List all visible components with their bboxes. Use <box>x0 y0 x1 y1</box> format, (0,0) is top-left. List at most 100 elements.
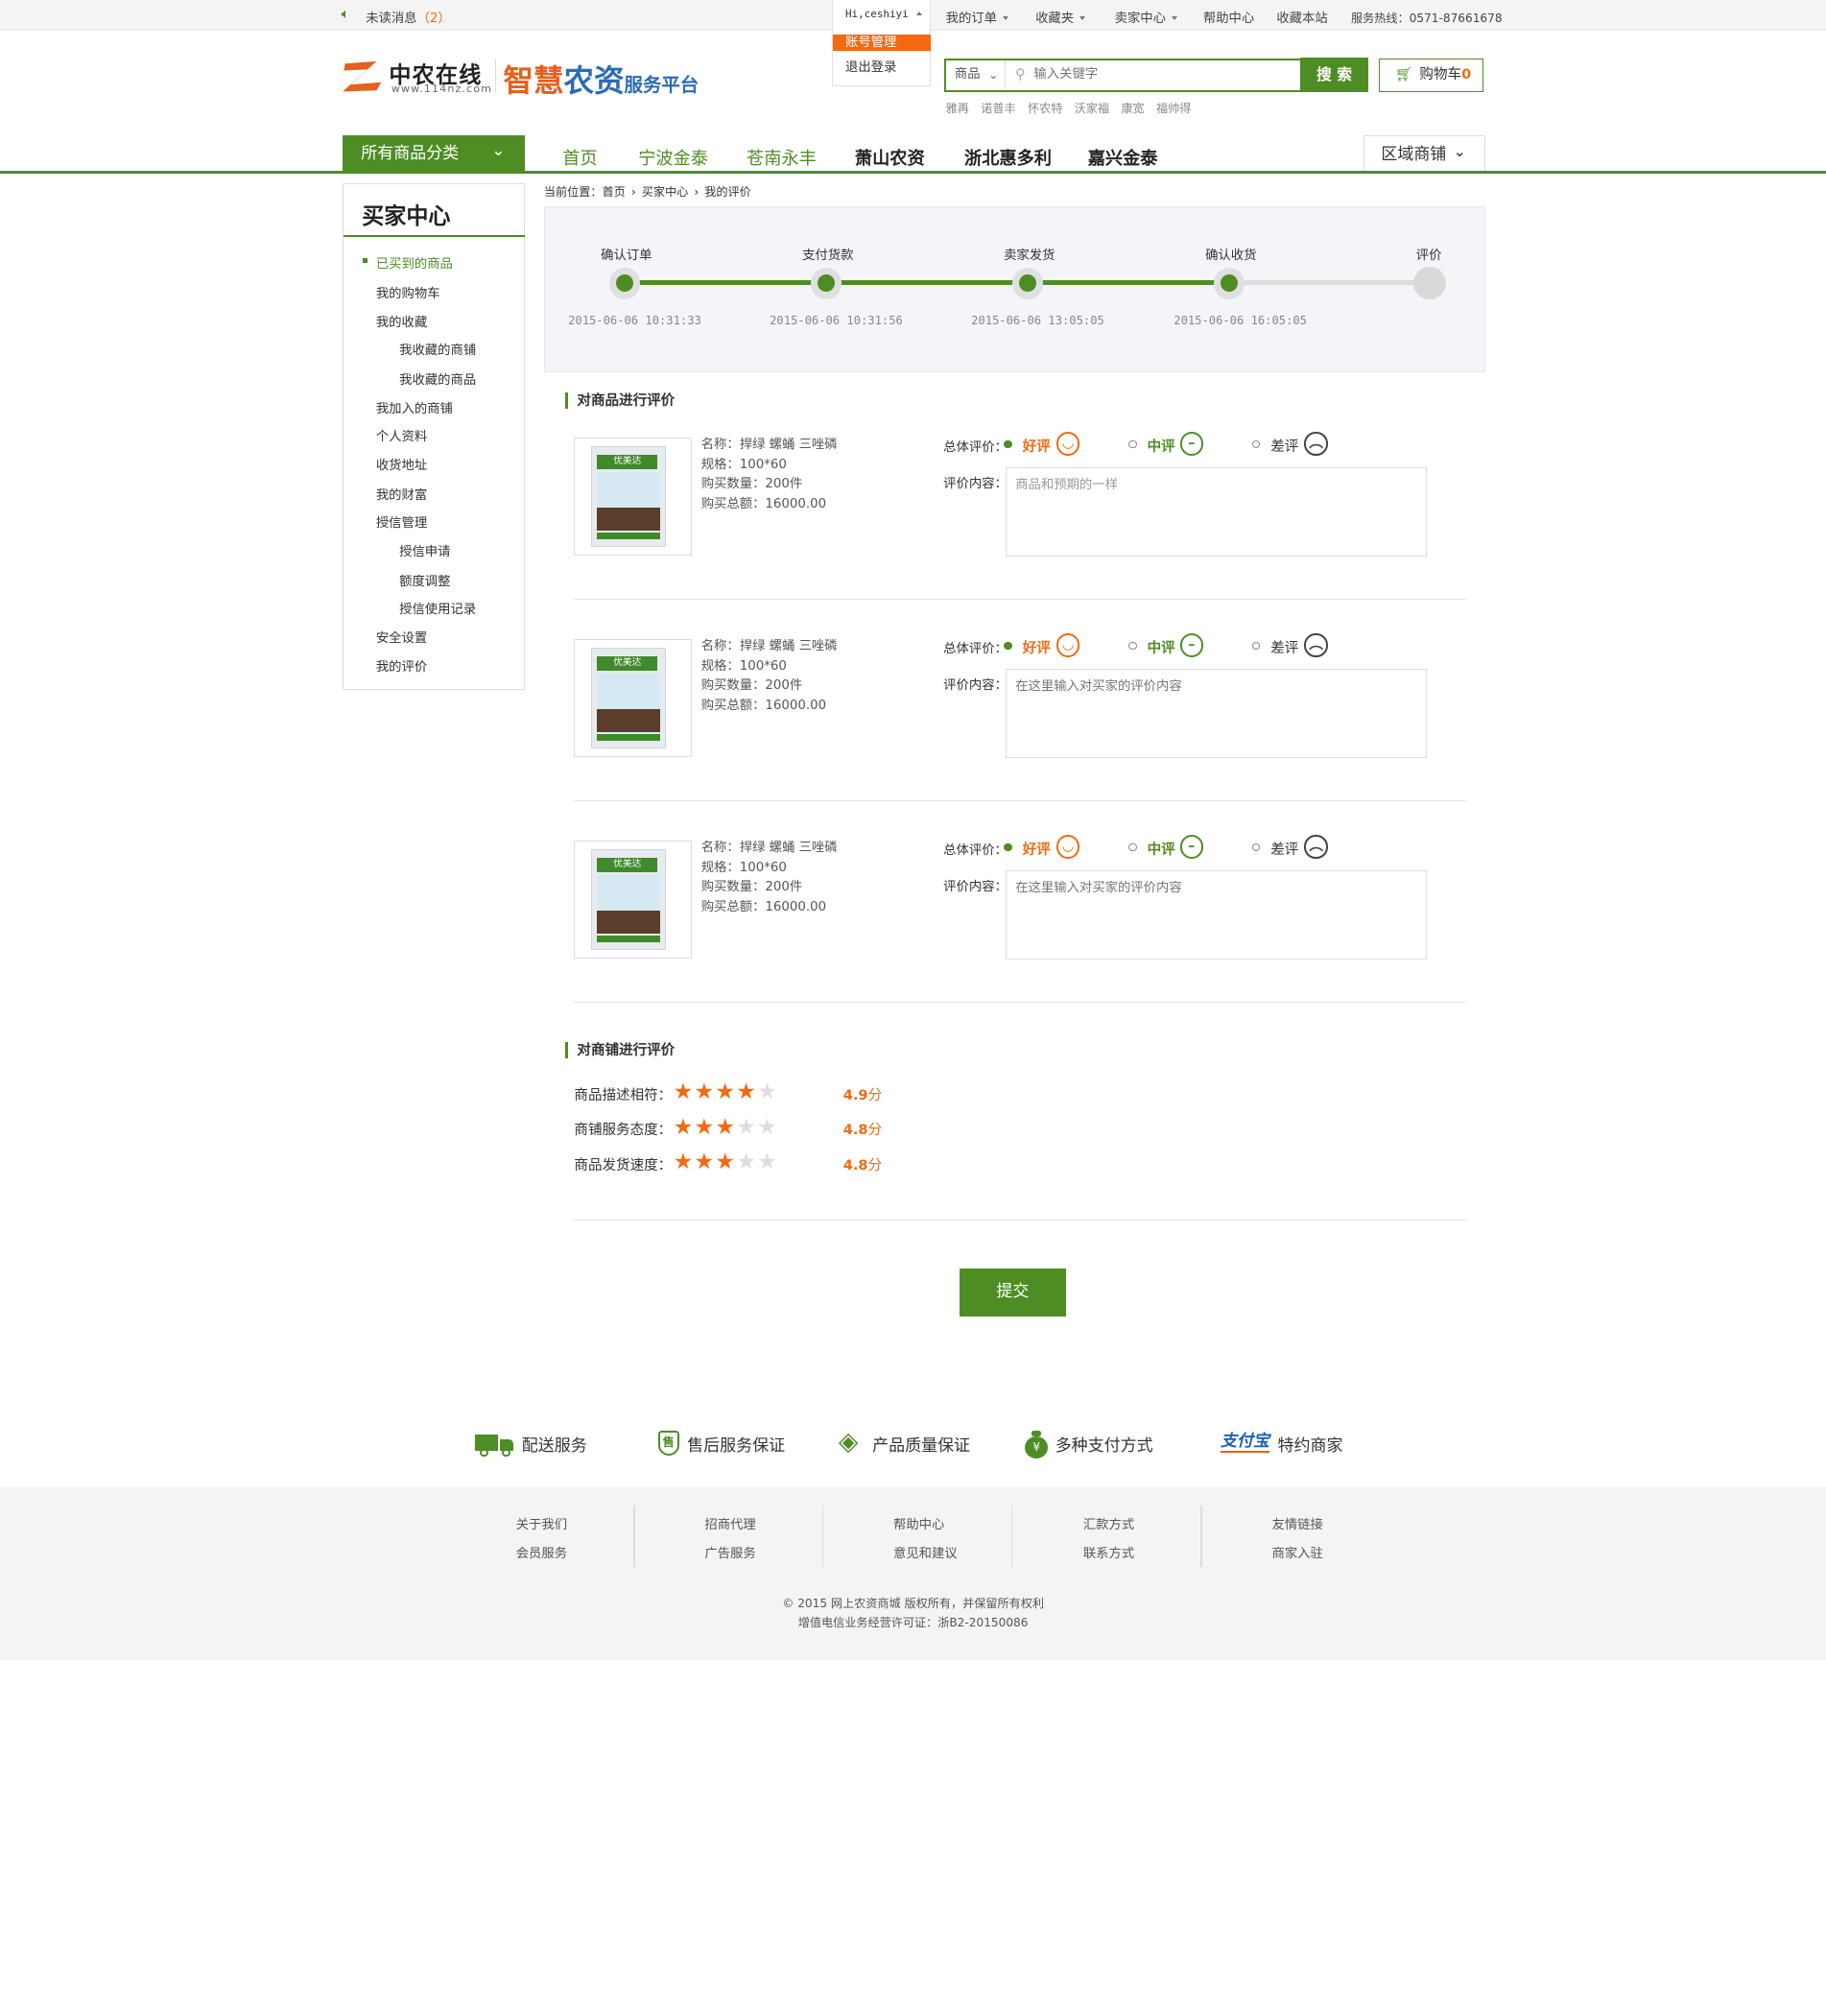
search-input[interactable] <box>1033 63 1296 86</box>
nav-ningbo-jintai[interactable]: 宁波金泰 <box>638 145 708 170</box>
sidebar-item-purchased[interactable]: 已买到的商品 <box>376 253 453 272</box>
account-management-item[interactable]: 账号管理 <box>832 35 931 52</box>
product-image[interactable]: 优美达 <box>574 841 692 959</box>
service-after-sales[interactable]: 售后服务保证 <box>687 1432 785 1456</box>
sidebar-item-cart[interactable]: 我的购物车 <box>376 283 440 301</box>
service-delivery[interactable]: 配送服务 <box>522 1432 587 1456</box>
footer-link[interactable]: 招商代理 <box>704 1514 755 1532</box>
star-rating-service[interactable]: ★★★★★ <box>674 1115 778 1140</box>
search-category-select[interactable]: 商品 ⌄ <box>946 59 1007 90</box>
star-icon[interactable]: ★ <box>736 1150 757 1174</box>
star-icon[interactable]: ★ <box>674 1115 695 1140</box>
sidebar-item-credit-apply[interactable]: 授信申请 <box>399 541 450 559</box>
rating-bad-radio[interactable] <box>1251 439 1261 449</box>
footer-link[interactable]: 联系方式 <box>1083 1543 1134 1561</box>
product-image[interactable]: 优美达 <box>574 639 692 757</box>
breadcrumb-home[interactable]: 首页 <box>602 185 625 199</box>
hot-word[interactable]: 沃家福 <box>1075 102 1109 115</box>
star-icon[interactable]: ★ <box>694 1079 715 1104</box>
star-rating-description[interactable]: ★★★★★ <box>674 1079 778 1104</box>
sidebar-item-my-reviews[interactable]: 我的评价 <box>376 656 427 675</box>
review-content-textarea[interactable] <box>1005 869 1427 961</box>
star-icon[interactable]: ★ <box>715 1150 736 1174</box>
star-icon[interactable]: ★ <box>674 1150 695 1174</box>
star-icon[interactable]: ★ <box>694 1115 715 1140</box>
help-center-link[interactable]: 帮助中心 <box>1203 8 1254 26</box>
user-greeting[interactable]: Hi,ceshiyi <box>845 8 923 20</box>
star-icon[interactable]: ★ <box>757 1079 778 1104</box>
bookmark-site-link[interactable]: 收藏本站 <box>1276 8 1327 26</box>
sidebar-item-profile[interactable]: 个人资料 <box>376 426 427 444</box>
product-image[interactable]: 优美达 <box>574 438 692 556</box>
service-payment[interactable]: 多种支付方式 <box>1055 1432 1153 1456</box>
rating-bad-label[interactable]: 差评 <box>1270 839 1298 859</box>
region-shops-dropdown[interactable]: 区域商铺 ⌄ <box>1364 134 1485 174</box>
logout-item[interactable]: 退出登录 <box>833 59 931 76</box>
rating-bad-label[interactable]: 差评 <box>1270 637 1298 657</box>
rating-good-label[interactable]: 好评 <box>1023 839 1051 859</box>
rating-neutral-radio[interactable] <box>1128 439 1137 449</box>
rating-neutral-radio[interactable] <box>1128 842 1137 852</box>
rating-neutral-label[interactable]: 中评 <box>1148 436 1175 456</box>
sidebar-item-wealth[interactable]: 我的财富 <box>376 485 427 503</box>
sidebar-item-quota-adjust[interactable]: 额度调整 <box>399 571 450 589</box>
footer-link[interactable]: 会员服务 <box>516 1543 567 1561</box>
footer-link[interactable]: 帮助中心 <box>893 1514 944 1532</box>
breadcrumb-buyer-center[interactable]: 买家中心 <box>642 185 689 199</box>
nav-jiaxing-jintai[interactable]: 嘉兴金泰 <box>1088 145 1158 170</box>
hot-word[interactable]: 怀农特 <box>1028 102 1062 115</box>
footer-link[interactable]: 友情链接 <box>1271 1514 1322 1532</box>
star-icon[interactable]: ★ <box>674 1079 695 1104</box>
seller-center-link[interactable]: 卖家中心 <box>1115 8 1178 26</box>
service-quality[interactable]: 产品质量保证 <box>872 1432 970 1456</box>
search-button[interactable]: 搜 索 <box>1300 58 1368 92</box>
rating-good-label[interactable]: 好评 <box>1023 637 1051 657</box>
rating-neutral-label[interactable]: 中评 <box>1148 839 1175 859</box>
nav-home[interactable]: 首页 <box>562 145 597 170</box>
star-icon[interactable]: ★ <box>736 1079 757 1104</box>
sidebar-item-credit[interactable]: 授信管理 <box>376 512 427 531</box>
favorites-link[interactable]: 收藏夹 <box>1035 8 1086 26</box>
rating-neutral-radio[interactable] <box>1128 641 1137 651</box>
star-rating-shipping[interactable]: ★★★★★ <box>674 1150 778 1174</box>
rating-good-radio[interactable] <box>1004 842 1012 852</box>
nav-zhebei-huiduoli[interactable]: 浙北惠多利 <box>964 145 1052 170</box>
star-icon[interactable]: ★ <box>694 1150 715 1174</box>
unread-messages-link[interactable]: 未读消息（2） <box>366 8 451 26</box>
sidebar-item-address[interactable]: 收货地址 <box>376 455 427 473</box>
footer-link[interactable]: 汇款方式 <box>1083 1514 1134 1532</box>
rating-good-label[interactable]: 好评 <box>1023 436 1051 456</box>
sidebar-item-favorite-products[interactable]: 我收藏的商品 <box>399 369 476 388</box>
sidebar-item-favorites[interactable]: 我的收藏 <box>376 312 427 330</box>
my-orders-link[interactable]: 我的订单 <box>946 8 1009 26</box>
hot-word[interactable]: 福帅得 <box>1156 102 1191 115</box>
sidebar-item-favorite-shops[interactable]: 我收藏的商铺 <box>399 340 476 358</box>
submit-button[interactable]: 提交 <box>960 1268 1066 1316</box>
hot-word[interactable]: 雅再 <box>946 102 969 115</box>
star-icon[interactable]: ★ <box>715 1079 736 1104</box>
hot-word[interactable]: 康宽 <box>1121 102 1144 115</box>
footer-link[interactable]: 意见和建议 <box>893 1543 958 1561</box>
service-special-merchant[interactable]: 特约商家 <box>1278 1432 1343 1456</box>
sidebar-item-joined-shops[interactable]: 我加入的商铺 <box>376 398 453 416</box>
review-content-textarea[interactable] <box>1005 668 1427 759</box>
sidebar-item-security[interactable]: 安全设置 <box>376 628 427 646</box>
rating-bad-radio[interactable] <box>1251 842 1261 852</box>
all-categories-button[interactable]: 所有商品分类 ⌄ <box>342 134 526 173</box>
star-icon[interactable]: ★ <box>757 1115 778 1140</box>
footer-link[interactable]: 关于我们 <box>516 1514 567 1532</box>
nav-cangnan-yongfeng[interactable]: 苍南永丰 <box>747 145 817 170</box>
footer-link[interactable]: 广告服务 <box>704 1543 755 1561</box>
rating-neutral-label[interactable]: 中评 <box>1148 637 1175 657</box>
nav-xiaoshan-nongzi[interactable]: 萧山农资 <box>855 145 925 170</box>
rating-good-radio[interactable] <box>1004 641 1012 651</box>
review-content-textarea[interactable]: 商品和预期的一样 <box>1005 466 1427 557</box>
rating-good-radio[interactable] <box>1004 439 1012 449</box>
rating-bad-label[interactable]: 差评 <box>1270 436 1298 456</box>
footer-link[interactable]: 商家入驻 <box>1271 1543 1322 1561</box>
rating-bad-radio[interactable] <box>1251 641 1261 651</box>
star-icon[interactable]: ★ <box>736 1115 757 1140</box>
star-icon[interactable]: ★ <box>757 1150 778 1174</box>
hot-word[interactable]: 诺普丰 <box>981 102 1015 115</box>
star-icon[interactable]: ★ <box>715 1115 736 1140</box>
